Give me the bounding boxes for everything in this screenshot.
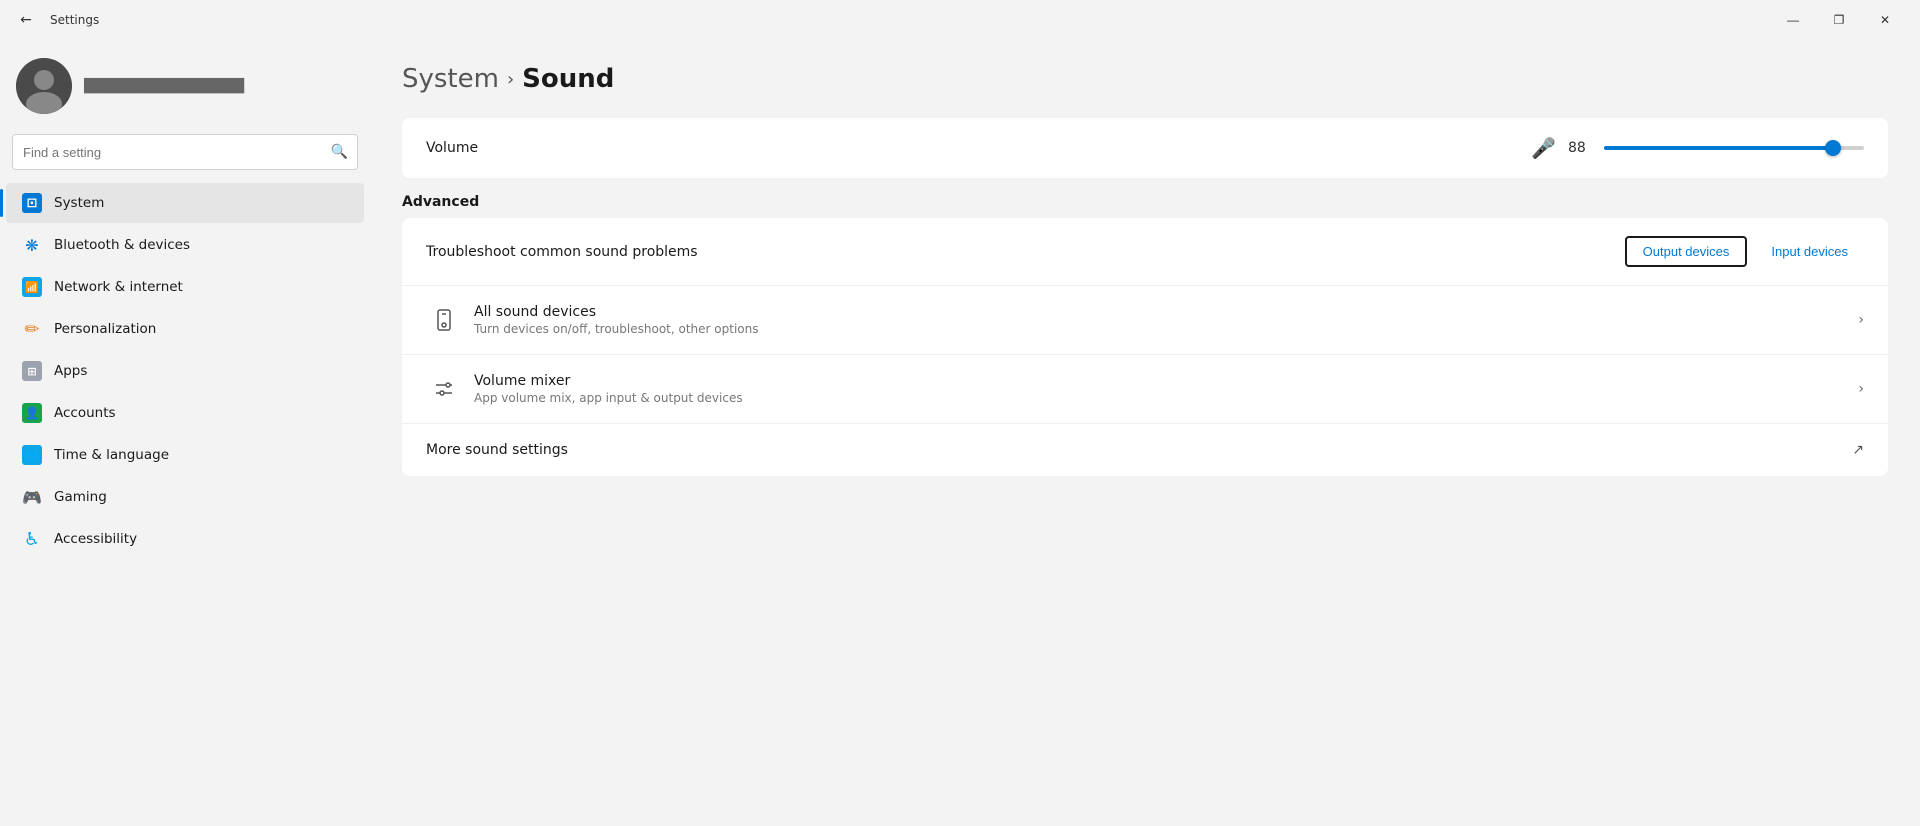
volume-controls: 🎤 88 (1531, 136, 1864, 160)
volume-mixer-desc: App volume mix, app input & output devic… (474, 391, 1858, 405)
sidebar-item-network[interactable]: 📶 Network & internet (6, 267, 364, 307)
maximize-button[interactable]: ❐ (1816, 4, 1862, 36)
advanced-card: Troubleshoot common sound problems Outpu… (402, 218, 1888, 476)
output-devices-button[interactable]: Output devices (1625, 236, 1748, 267)
volume-mixer-title: Volume mixer (474, 373, 1858, 389)
system-icon: ⊡ (22, 193, 42, 213)
troubleshoot-row: Troubleshoot common sound problems Outpu… (402, 218, 1888, 285)
volume-mixer-info: Volume mixer App volume mix, app input &… (474, 373, 1858, 405)
search-box: 🔍 (12, 134, 358, 170)
all-sound-devices-info: All sound devices Turn devices on/off, t… (474, 304, 1858, 336)
volume-number: 88 (1568, 140, 1592, 156)
sidebar: ████████████████ 🔍 ⊡ System ❋ Bluetooth … (0, 40, 370, 826)
sidebar-label-accounts: Accounts (54, 405, 116, 421)
search-icon: 🔍 (331, 144, 348, 160)
window-controls: — ❐ ✕ (1770, 4, 1908, 36)
input-devices-button[interactable]: Input devices (1755, 236, 1864, 267)
titlebar-title: Settings (50, 13, 99, 27)
all-sound-devices-title: All sound devices (474, 304, 1858, 320)
volume-mixer-row[interactable]: Volume mixer App volume mix, app input &… (402, 354, 1888, 423)
troubleshoot-buttons: Output devices Input devices (1625, 236, 1864, 267)
search-input[interactable] (12, 134, 358, 170)
close-button[interactable]: ✕ (1862, 4, 1908, 36)
volume-thumb[interactable] (1825, 140, 1841, 156)
accessibility-icon: ♿ (22, 529, 42, 549)
avatar (16, 58, 72, 114)
titlebar: ← Settings — ❐ ✕ (0, 0, 1920, 40)
time-icon: 🌐 (22, 445, 42, 465)
sound-devices-icon (426, 302, 462, 338)
sidebar-item-gaming[interactable]: 🎮 Gaming (6, 477, 364, 517)
sidebar-label-apps: Apps (54, 363, 87, 379)
sidebar-item-bluetooth[interactable]: ❋ Bluetooth & devices (6, 225, 364, 265)
sidebar-label-accessibility: Accessibility (54, 531, 137, 547)
breadcrumb-current: Sound (522, 64, 614, 94)
gaming-icon: 🎮 (22, 487, 42, 507)
troubleshoot-label: Troubleshoot common sound problems (426, 244, 1609, 260)
advanced-section-label: Advanced (402, 194, 1888, 210)
more-sound-settings-row[interactable]: More sound settings ↗ (402, 423, 1888, 476)
volume-row: Volume 🎤 88 (402, 118, 1888, 178)
sidebar-label-bluetooth: Bluetooth & devices (54, 237, 190, 253)
volume-card: Volume 🎤 88 (402, 118, 1888, 178)
sidebar-label-system: System (54, 195, 104, 211)
breadcrumb: System › Sound (402, 64, 1888, 94)
sidebar-item-apps[interactable]: ⊞ Apps (6, 351, 364, 391)
volume-mixer-icon (426, 371, 462, 407)
breadcrumb-chevron: › (507, 69, 514, 90)
volume-slider[interactable] (1604, 146, 1864, 150)
main-content: System › Sound Volume 🎤 88 Advanced (370, 40, 1920, 826)
bluetooth-icon: ❋ (22, 235, 42, 255)
sidebar-item-accessibility[interactable]: ♿ Accessibility (6, 519, 364, 559)
more-sound-settings-label: More sound settings (426, 442, 1852, 458)
user-section: ████████████████ (0, 48, 370, 130)
sidebar-item-accounts[interactable]: 👤 Accounts (6, 393, 364, 433)
network-icon: 📶 (22, 277, 42, 297)
breadcrumb-parent[interactable]: System (402, 64, 499, 94)
sidebar-label-gaming: Gaming (54, 489, 107, 505)
sidebar-label-time: Time & language (54, 447, 169, 463)
accounts-icon: 👤 (22, 403, 42, 423)
external-link-icon: ↗ (1852, 442, 1864, 458)
chevron-right-icon: › (1858, 312, 1864, 328)
sidebar-item-system[interactable]: ⊡ System (6, 183, 364, 223)
sidebar-item-personalization[interactable]: ✏ Personalization (6, 309, 364, 349)
microphone-icon: 🎤 (1531, 136, 1556, 160)
personalization-icon: ✏ (22, 319, 42, 339)
all-sound-devices-row[interactable]: All sound devices Turn devices on/off, t… (402, 285, 1888, 354)
sidebar-label-personalization: Personalization (54, 321, 156, 337)
volume-label: Volume (426, 140, 478, 156)
user-name-blurred: ████████████████ (84, 79, 244, 94)
sidebar-item-time[interactable]: 🌐 Time & language (6, 435, 364, 475)
sidebar-label-network: Network & internet (54, 279, 183, 295)
minimize-button[interactable]: — (1770, 4, 1816, 36)
all-sound-devices-desc: Turn devices on/off, troubleshoot, other… (474, 322, 1858, 336)
apps-icon: ⊞ (22, 361, 42, 381)
volume-fill (1604, 146, 1833, 150)
chevron-right-icon-2: › (1858, 381, 1864, 397)
back-button[interactable]: ← (12, 6, 40, 34)
